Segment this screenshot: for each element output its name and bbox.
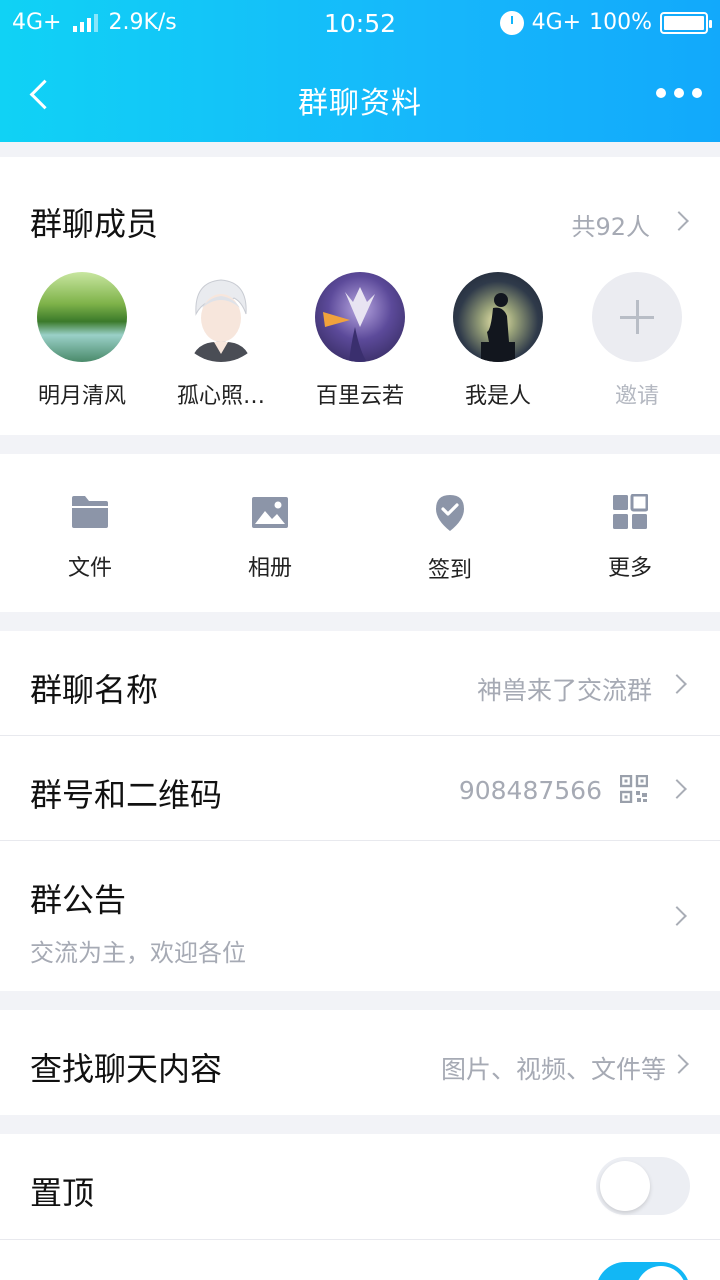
members-card: 群聊成员 共92人 明月清风 孤心照… 百里云若 我是人 邀请 bbox=[0, 157, 720, 435]
member-name: 孤心照… bbox=[176, 384, 265, 409]
plus-icon bbox=[592, 272, 682, 362]
tool-more[interactable]: 更多 bbox=[560, 494, 700, 582]
members-count[interactable]: 共92人 bbox=[571, 207, 650, 242]
second-toggle[interactable] bbox=[596, 1262, 690, 1280]
member-item[interactable]: 我是人 bbox=[428, 272, 568, 412]
announcement-preview: 交流为主，欢迎各位 bbox=[30, 939, 246, 967]
tool-album-label: 相册 bbox=[247, 556, 292, 581]
members-chevron-icon[interactable] bbox=[669, 211, 689, 231]
folder-icon bbox=[72, 496, 108, 528]
chevron-right-icon bbox=[667, 906, 687, 926]
member-avatar bbox=[37, 272, 127, 362]
status-bar: 4G+ 2.9K/s 10:52 4G+ 100% bbox=[0, 8, 720, 42]
group-name-value: 神兽来了交流群 bbox=[476, 676, 652, 705]
member-name: 百里云若 bbox=[315, 384, 404, 409]
pin-label: 置顶 bbox=[30, 1174, 95, 1212]
invite-button[interactable]: 邀请 bbox=[567, 272, 707, 412]
battery-icon bbox=[660, 11, 712, 34]
member-item[interactable]: 孤心照… bbox=[151, 272, 291, 412]
alarm-icon bbox=[499, 10, 524, 35]
tool-checkin-label: 签到 bbox=[427, 558, 472, 583]
announcement-row[interactable]: 群公告 交流为主，欢迎各位 bbox=[0, 841, 720, 991]
more-dots-icon[interactable] bbox=[656, 78, 702, 108]
chevron-right-icon bbox=[669, 1054, 689, 1074]
invite-label: 邀请 bbox=[614, 384, 659, 409]
member-avatar bbox=[176, 272, 266, 362]
search-history-card: 查找聊天内容 图片、视频、文件等 bbox=[0, 1010, 720, 1115]
group-id-label: 群号和二维码 bbox=[30, 776, 223, 814]
member-avatar bbox=[453, 272, 543, 362]
member-item[interactable]: 百里云若 bbox=[290, 272, 430, 412]
tools-card: 文件 相册 签到 更多 bbox=[0, 454, 720, 612]
divider bbox=[0, 1239, 720, 1240]
member-item[interactable]: 明月清风 bbox=[12, 272, 152, 412]
battery-percent: 100% bbox=[589, 10, 652, 35]
chevron-right-icon bbox=[667, 779, 687, 799]
page-title: 群聊资料 bbox=[298, 86, 422, 121]
group-info-card: 群聊名称 神兽来了交流群 群号和二维码 908487566 群公告 交流为主，欢… bbox=[0, 631, 720, 991]
grid-icon bbox=[613, 494, 648, 529]
member-name: 我是人 bbox=[464, 384, 531, 409]
search-history-row[interactable]: 查找聊天内容 图片、视频、文件等 bbox=[0, 1010, 720, 1115]
member-avatar bbox=[315, 272, 405, 362]
group-name-label: 群聊名称 bbox=[30, 671, 159, 709]
group-name-row[interactable]: 群聊名称 神兽来了交流群 bbox=[0, 631, 720, 735]
announcement-label: 群公告 bbox=[30, 881, 127, 919]
pin-row: 置顶 bbox=[0, 1134, 720, 1239]
toggles-card: 置顶 bbox=[0, 1134, 720, 1280]
pin-toggle[interactable] bbox=[596, 1157, 690, 1215]
checkin-icon bbox=[436, 495, 464, 531]
tool-album[interactable]: 相册 bbox=[200, 494, 340, 582]
group-id-row[interactable]: 群号和二维码 908487566 bbox=[0, 736, 720, 840]
tool-file-label: 文件 bbox=[67, 556, 112, 581]
nav-bar: 群聊资料 bbox=[0, 60, 720, 134]
network-label-right: 4G+ bbox=[531, 10, 582, 35]
chevron-right-icon bbox=[667, 674, 687, 694]
tool-file[interactable]: 文件 bbox=[20, 494, 160, 582]
search-history-label: 查找聊天内容 bbox=[30, 1050, 223, 1088]
qr-code-icon bbox=[620, 775, 648, 803]
tool-more-label: 更多 bbox=[607, 556, 652, 581]
member-name: 明月清风 bbox=[37, 384, 126, 409]
member-avatars: 明月清风 孤心照… 百里云若 我是人 邀请 bbox=[0, 272, 720, 412]
group-id-value: 908487566 bbox=[458, 776, 602, 805]
members-heading: 群聊成员 bbox=[30, 205, 159, 243]
photo-icon bbox=[252, 497, 288, 528]
search-history-value: 图片、视频、文件等 bbox=[440, 1055, 666, 1084]
top-bar: 4G+ 2.9K/s 10:52 4G+ 100% 群聊资料 bbox=[0, 0, 720, 142]
tool-checkin[interactable]: 签到 bbox=[380, 494, 520, 584]
